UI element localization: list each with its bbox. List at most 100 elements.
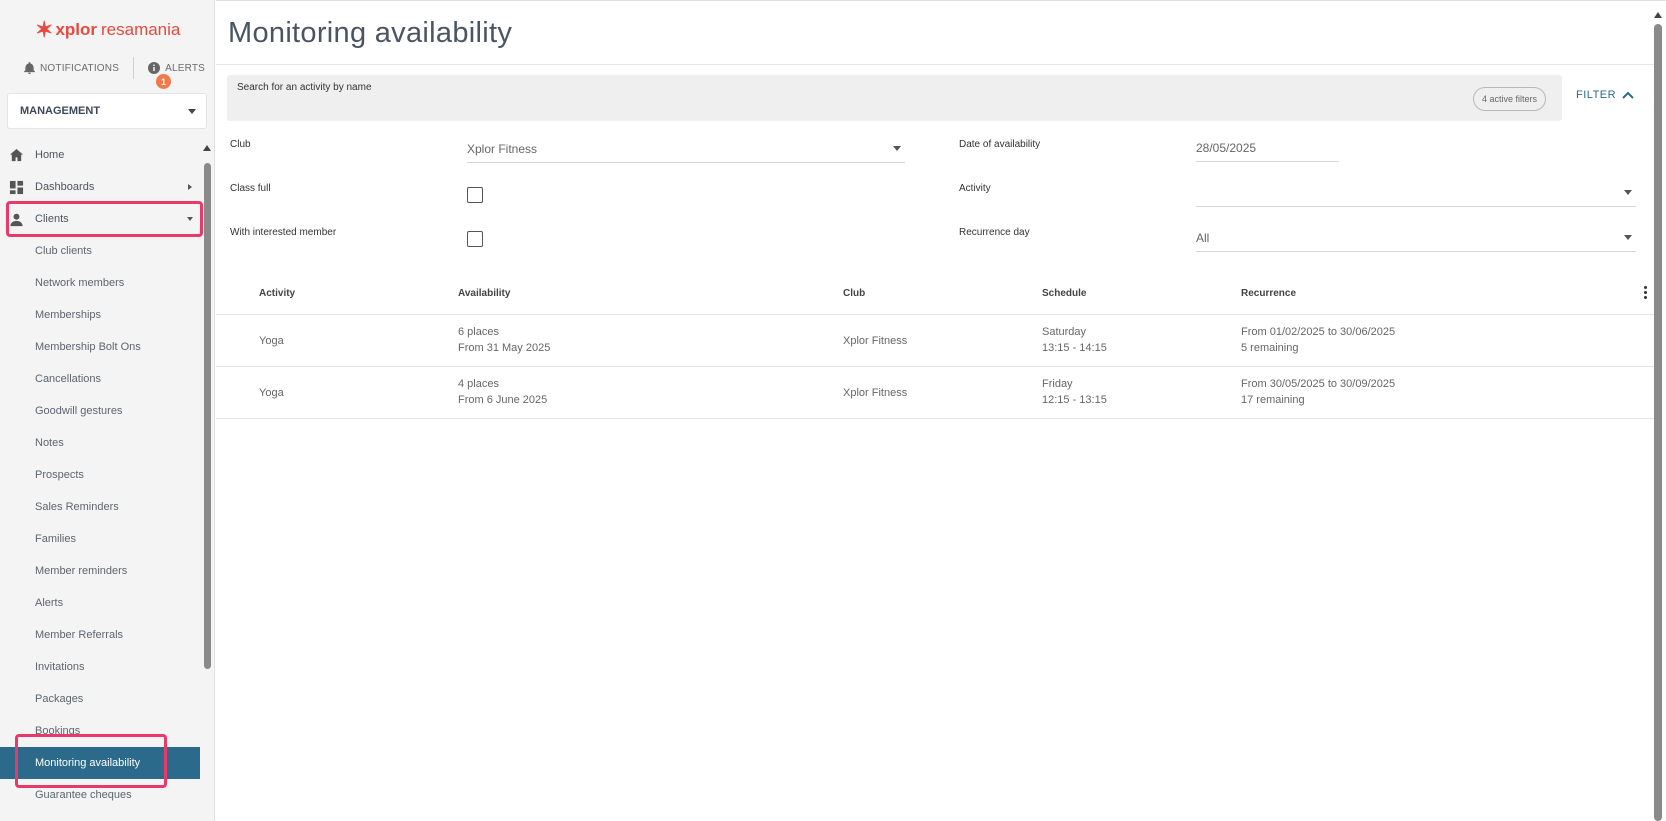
recurrence-day-select[interactable]: All xyxy=(1196,224,1636,252)
sidebar-subitem-network-members[interactable]: Network members xyxy=(0,267,200,299)
sidebar-subitem-club-clients[interactable]: Club clients xyxy=(0,235,200,267)
chevron-down-icon xyxy=(188,108,196,114)
cell-recurrence-remaining: 5 remaining xyxy=(1241,342,1299,354)
sidebar-subitem-cancellations[interactable]: Cancellations xyxy=(0,363,200,395)
logo[interactable]: ✶ xplor resamania xyxy=(35,17,181,42)
sidebar-item-dashboards[interactable]: Dashboards xyxy=(0,171,200,203)
column-header-club[interactable]: Club xyxy=(843,288,865,299)
sidebar-subitem-packages[interactable]: Packages xyxy=(0,683,200,715)
sidebar-subitem-guarantee-cheques[interactable]: Guarantee cheques xyxy=(0,779,200,811)
cell-availability-places: 4 places xyxy=(458,378,499,390)
sidebar-subitem-monitoring-availability[interactable]: Monitoring availability xyxy=(0,747,200,779)
dashboard-icon xyxy=(9,180,24,195)
search-placeholder: Search for an activity by name xyxy=(237,82,372,93)
main-scrollbar[interactable] xyxy=(1653,12,1663,821)
active-filters-chip[interactable]: 4 active filters xyxy=(1472,87,1546,111)
notifications-button[interactable]: NOTIFICATIONS xyxy=(24,62,119,74)
filter-label: FILTER xyxy=(1576,89,1617,101)
chevron-up-icon xyxy=(1622,91,1634,99)
table-header: Activity Availability Club Schedule Recu… xyxy=(216,275,1656,315)
sidebar-nav: Home Dashboards Clients Club clients Net… xyxy=(0,139,200,811)
cell-schedule-day: Saturday xyxy=(1042,326,1087,338)
page-title: Monitoring availability xyxy=(228,17,513,49)
sidebar-subitem-goodwill-gestures[interactable]: Goodwill gestures xyxy=(0,395,200,427)
date-field-value: 28/05/2025 xyxy=(1196,140,1257,155)
class-full-label: Class full xyxy=(230,183,271,194)
sidebar-subitem-notes[interactable]: Notes xyxy=(0,427,200,459)
more-options-icon[interactable] xyxy=(1644,286,1648,301)
scroll-up-arrow-icon[interactable] xyxy=(1654,12,1662,18)
bell-icon xyxy=(24,62,35,74)
management-label: MANAGEMENT xyxy=(20,105,101,117)
sidebar-subitem-member-referrals[interactable]: Member Referrals xyxy=(0,619,200,651)
cell-recurrence-range: From 30/05/2025 to 30/09/2025 xyxy=(1241,378,1396,390)
sidebar-item-label: Home xyxy=(35,149,65,161)
info-icon xyxy=(148,62,161,74)
alerts-button[interactable]: ALERTS 1 xyxy=(148,62,206,89)
sidebar-item-clients[interactable]: Clients xyxy=(0,203,200,235)
sidebar-subitem-bookings[interactable]: Bookings xyxy=(0,715,200,747)
activity-select[interactable] xyxy=(1196,179,1636,207)
availability-table: Activity Availability Club Schedule Recu… xyxy=(216,275,1656,419)
scrollbar-thumb[interactable] xyxy=(204,163,211,669)
column-header-activity[interactable]: Activity xyxy=(259,288,295,299)
cell-availability-from: From 6 June 2025 xyxy=(458,394,548,406)
cell-schedule-day: Friday xyxy=(1042,378,1073,390)
home-icon xyxy=(9,148,24,162)
search-input[interactable]: Search for an activity by name 4 active … xyxy=(227,75,1562,121)
logo-brand: xplor xyxy=(55,20,97,39)
app-window: ✶ xplor resamania NOTIFICATIONS ALERTS 1… xyxy=(0,0,1666,821)
chevron-down-icon xyxy=(187,217,193,221)
column-header-recurrence[interactable]: Recurrence xyxy=(1241,288,1296,299)
cell-recurrence-remaining: 17 remaining xyxy=(1241,394,1305,406)
logo-product: resamania xyxy=(101,20,181,39)
class-full-checkbox[interactable] xyxy=(467,187,483,203)
notifications-bar: NOTIFICATIONS ALERTS 1 xyxy=(0,55,215,89)
main-content: Monitoring availability Search for an ac… xyxy=(216,0,1666,821)
filter-toggle-button[interactable]: FILTER xyxy=(1576,89,1634,101)
recurrence-day-value: All xyxy=(1196,230,1210,245)
cell-availability-places: 6 places xyxy=(458,326,499,338)
divider xyxy=(133,57,135,79)
scroll-up-arrow-icon[interactable] xyxy=(203,145,211,151)
activity-filter-label: Activity xyxy=(959,183,991,194)
chevron-down-icon xyxy=(1624,190,1632,195)
sidebar-item-label: Dashboards xyxy=(35,181,95,193)
divider xyxy=(216,64,1656,65)
scrollbar-thumb[interactable] xyxy=(1654,24,1662,821)
sidebar-subitem-alerts[interactable]: Alerts xyxy=(0,587,200,619)
chevron-down-icon xyxy=(893,146,901,151)
cell-club: Xplor Fitness xyxy=(843,387,908,399)
sidebar-subitem-membership-bolt-ons[interactable]: Membership Bolt Ons xyxy=(0,331,200,363)
cell-schedule-time: 13:15 - 14:15 xyxy=(1042,342,1107,354)
sidebar-scrollbar[interactable] xyxy=(203,145,211,821)
table-row[interactable]: Yoga 4 places From 6 June 2025 Xplor Fit… xyxy=(216,367,1656,419)
club-filter-label: Club xyxy=(230,139,251,150)
cell-schedule-time: 12:15 - 13:15 xyxy=(1042,394,1107,406)
column-header-schedule[interactable]: Schedule xyxy=(1042,288,1086,299)
sidebar-subitem-invitations[interactable]: Invitations xyxy=(0,651,200,683)
club-select[interactable]: Xplor Fitness xyxy=(467,135,905,163)
xplor-logo-icon: ✶ xyxy=(35,17,54,42)
date-of-availability-field[interactable]: 28/05/2025 xyxy=(1196,134,1339,162)
cell-recurrence-range: From 01/02/2025 to 30/06/2025 xyxy=(1241,326,1396,338)
person-icon xyxy=(10,213,23,227)
interested-member-checkbox[interactable] xyxy=(467,231,483,247)
management-select[interactable]: MANAGEMENT xyxy=(7,93,207,129)
club-select-value: Xplor Fitness xyxy=(467,141,538,156)
chevron-down-icon xyxy=(1624,235,1632,240)
sidebar-item-home[interactable]: Home xyxy=(0,139,200,171)
column-header-availability[interactable]: Availability xyxy=(458,288,510,299)
sidebar-subitem-sales-reminders[interactable]: Sales Reminders xyxy=(0,491,200,523)
date-filter-label: Date of availability xyxy=(959,139,1041,150)
table-row[interactable]: Yoga 6 places From 31 May 2025 Xplor Fit… xyxy=(216,315,1656,367)
notifications-label: NOTIFICATIONS xyxy=(40,62,120,74)
recurrence-day-label: Recurrence day xyxy=(959,227,1030,238)
sidebar-subitem-prospects[interactable]: Prospects xyxy=(0,459,200,491)
sidebar-subitem-families[interactable]: Families xyxy=(0,523,200,555)
alerts-label: ALERTS xyxy=(165,62,206,74)
sidebar-subitem-member-reminders[interactable]: Member reminders xyxy=(0,555,200,587)
sidebar-subitem-memberships[interactable]: Memberships xyxy=(0,299,200,331)
sidebar-item-label: Clients xyxy=(35,213,69,225)
sidebar: ✶ xplor resamania NOTIFICATIONS ALERTS 1… xyxy=(0,0,215,821)
